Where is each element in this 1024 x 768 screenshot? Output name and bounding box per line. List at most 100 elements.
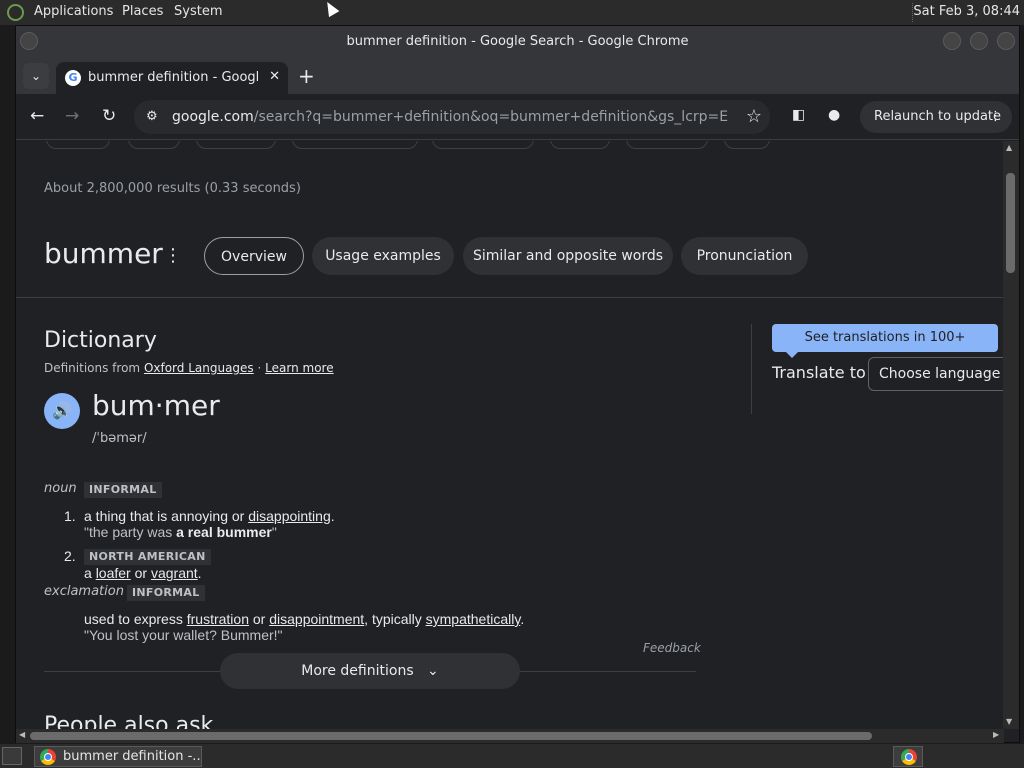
oxford-languages-link[interactable]: Oxford Languages [144,361,254,375]
def-text: , typically [364,611,422,627]
browser-toolbar: ← → ↻ ⚙ google.com/search?q=bummer+defin… [16,94,1019,140]
link-sympathetically[interactable]: sympathetically [426,611,521,627]
hscroll-thumb[interactable] [30,732,872,740]
page-content: About 2,800,000 results (0.33 seconds) b… [16,141,1004,729]
menu-places[interactable]: Places [122,4,163,19]
scroll-left-icon[interactable]: ◀ [19,730,25,739]
definition-1: a thing that is annoying or disappointin… [84,508,335,524]
filter-pill[interactable] [46,141,110,149]
word-options-icon[interactable]: ⋮ [164,245,182,266]
definition-2: a loafer or vagrant. [84,565,202,581]
back-arrow-icon[interactable]: ← [30,106,44,126]
reload-icon[interactable]: ↻ [102,106,116,126]
link-loafer[interactable]: loafer [96,565,131,581]
forward-arrow-icon[interactable]: → [65,106,79,126]
translate-to-label: Translate to [772,363,866,382]
side-panel-icon[interactable]: ◧ [792,107,810,125]
filter-pill[interactable] [196,141,276,149]
example-bold: a real bummer [176,524,272,540]
speaker-icon[interactable]: 🔊 [44,393,80,429]
more-definitions-button[interactable]: More definitions ⌄ [220,653,520,689]
menu-applications[interactable]: Applications [34,4,113,19]
scroll-up-icon[interactable]: ▲ [1006,143,1012,152]
example-text: "the party was [84,524,173,540]
defs-sep: · [257,361,262,375]
def-text: a thing that is annoying or [84,508,245,524]
distro-logo-icon[interactable] [7,4,24,21]
tab-active[interactable]: G bummer definition - Google ✕ [56,62,288,94]
filter-pill[interactable] [292,141,418,149]
chrome-icon [40,749,56,765]
filter-pill[interactable] [128,141,180,149]
site-info-icon[interactable]: ⚙ [146,109,158,124]
browser-window: bummer definition - Google Search - Goog… [15,25,1020,743]
tab-close-icon[interactable]: ✕ [269,69,280,84]
address-bar[interactable]: ⚙ google.com/search?q=bummer+definition&… [134,100,770,134]
more-menu-icon[interactable]: ⋮ [989,101,1002,133]
translate-tooltip: See translations in 100+ languages [772,324,998,373]
language-select[interactable]: Choose language [868,357,1004,391]
chip-usage-examples[interactable]: Usage examples [312,237,454,275]
chip-overview[interactable]: Overview [204,237,304,275]
taskbar-item-label: bummer definition -... [63,749,202,764]
maximize-icon[interactable] [970,32,988,50]
show-desktop-icon[interactable] [2,747,22,765]
bottom-taskbar: bummer definition -... [0,744,1024,768]
def-text: or [134,565,148,581]
filter-pill[interactable] [626,141,708,149]
def-text: or [252,611,266,627]
def-text: used to express [84,611,183,627]
feedback-link[interactable]: Feedback [643,641,701,655]
def-number: 1. [64,508,76,524]
close-window-icon[interactable] [997,32,1015,50]
badge-north-american: NORTH AMERICAN [84,549,211,565]
chip-pronunciation[interactable]: Pronunciation [681,237,808,275]
link-vagrant[interactable]: vagrant [151,565,198,581]
divider-vertical [751,324,752,414]
pos-noun: noun [44,481,77,496]
link-frustration[interactable]: frustration [187,611,249,627]
window-menu-icon[interactable] [20,32,38,50]
chip-similar-opposite[interactable]: Similar and opposite words [463,237,673,275]
relaunch-label: Relaunch to update [874,109,1002,124]
new-tab-plus-icon[interactable]: + [298,64,315,88]
example-1: "the party was a real bummer" [84,524,277,540]
window-title: bummer definition - Google Search - Goog… [346,34,689,49]
def-punct: . [197,565,202,581]
bookmark-star-icon[interactable]: ☆ [746,106,762,127]
tooltip-tail [786,352,798,358]
panel-clock[interactable]: Sat Feb 3, 08:44 [913,4,1020,19]
pos-exclamation: exclamation [44,584,124,599]
scroll-thumb[interactable] [1006,173,1015,273]
chrome-icon [901,749,917,765]
link-disappointing[interactable]: disappointing [248,508,331,524]
window-titlebar[interactable]: bummer definition - Google Search - Goog… [16,26,1019,58]
filter-pill[interactable] [724,141,770,149]
scroll-down-icon[interactable]: ▼ [1006,717,1012,726]
def-punct: . [520,611,525,627]
link-disappointment[interactable]: disappointment [269,611,364,627]
minimize-icon[interactable] [943,32,961,50]
def-punct: . [330,508,335,524]
scroll-right-icon[interactable]: ▶ [993,730,999,739]
learn-more-link[interactable]: Learn more [265,361,333,375]
url-domain: google.com [172,109,254,125]
def-number: 2. [64,548,76,564]
filter-pill[interactable] [550,141,610,149]
taskbar-item-chrome[interactable]: bummer definition -... [34,746,202,767]
dictionary-heading: Dictionary [44,328,157,353]
filter-pill[interactable] [432,141,534,149]
horizontal-scrollbar[interactable]: ◀ ▶ [16,729,1004,743]
example-exclamation: "You lost your wallet? Bummer!" [84,627,283,643]
vertical-scrollbar[interactable]: ▲ ▼ [1003,141,1019,729]
word-title: bummer [44,237,163,270]
google-favicon-icon: G [65,70,81,86]
tab-search-chevron-icon[interactable]: ⌄ [23,63,49,89]
tab-title: bummer definition - Google [88,70,258,85]
menu-system[interactable]: System [174,4,222,19]
address-url[interactable]: google.com/search?q=bummer+definition&oq… [172,109,728,125]
tray-chrome-icon[interactable] [893,746,923,767]
divider [16,297,1004,298]
profile-avatar-icon[interactable]: ● [828,107,846,125]
relaunch-button[interactable]: Relaunch to update ⋮ [860,101,1012,133]
